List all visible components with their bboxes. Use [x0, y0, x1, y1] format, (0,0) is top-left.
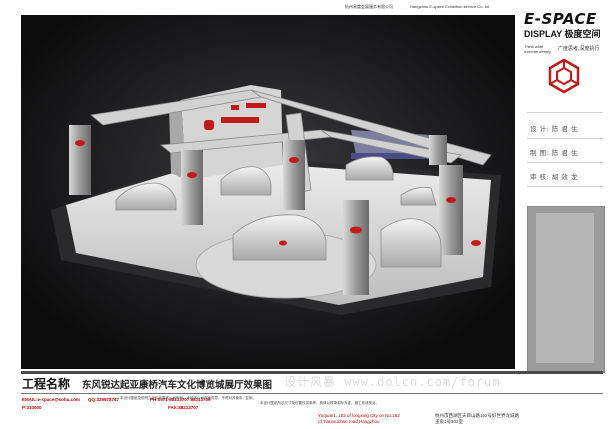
brand-logo: E-SPACE DISPLAY 极度空间	[524, 10, 604, 40]
credit-drawing: 制 图: 陈 君 生	[530, 149, 578, 157]
contact-postcode: P:310000	[22, 405, 42, 411]
slogan-en-line-2: execute deeply	[524, 49, 551, 54]
title-underline	[21, 393, 603, 394]
exhibition-render	[21, 15, 515, 369]
company-name-en: Hangzhou E-space Exhibition service Co.,…	[410, 4, 489, 9]
company-name-cn: 杭州易度会展服务有限公司	[345, 4, 393, 9]
stamp-panel-inner	[536, 213, 594, 363]
address-en-line-2: of Tianmushan road,Hangzhou	[318, 419, 380, 424]
sidebar-divider	[527, 186, 603, 187]
contact-fax: FAX:88213707	[168, 405, 198, 411]
address-cn-line-2: 玉泉1号102室	[435, 419, 464, 424]
cube-emblem-icon	[548, 58, 580, 94]
address-cn: 杭州市西湖区天目山路162号好世界龙城路 玉泉1号102室	[435, 413, 519, 425]
slogan-en: Think wide execute deeply	[524, 44, 551, 54]
drawing-sheet: 杭州易度会展服务有限公司 Hangzhou E-space Exhibition…	[0, 0, 611, 429]
showroom-render-image	[21, 15, 515, 369]
contact-qq: QQ:329978747	[88, 397, 119, 403]
contact-email: EMAIL:e-space@sohu.com	[22, 397, 80, 403]
sidebar-divider	[527, 112, 603, 113]
email-text: EMAIL:e-space@sohu.com	[22, 397, 80, 402]
project-name: 东风锐达起亚康桥汽车文化博览城展厅效果图	[82, 380, 273, 391]
sidebar-divider	[527, 162, 603, 163]
postcode-text: P:310000	[22, 405, 42, 410]
logo-sub-text: DISPLAY 极度空间	[524, 29, 601, 39]
logo-brand-text: E-SPACE	[524, 10, 597, 28]
credit-design: 设 计: 陈 君 生	[530, 125, 578, 133]
address-en: Yuquan1, 102 of longxing City on No.162 …	[318, 413, 400, 425]
disclaimer-note: 本设计图纸所示尺寸及位置仅供参考，具体以现场实际为准，施工前请核对。	[260, 401, 379, 405]
fax-text: FAX:88213707	[168, 405, 199, 410]
sidebar-divider	[527, 138, 603, 139]
qq-text: QQ:329978747	[88, 397, 120, 402]
credit-review: 审 核: 胡 效 龙	[530, 173, 578, 181]
watermark: 设计风暴 www.dolcn.com/forum	[284, 375, 501, 389]
slogan-cn: 广度思考,深度执行	[558, 46, 600, 52]
copyright-note: 本设计图纸及说明之版权均属本公司所有，未经本公司书面同意，不得对其使用 / 复制…	[120, 396, 256, 400]
project-label: 工程名称	[22, 377, 71, 391]
